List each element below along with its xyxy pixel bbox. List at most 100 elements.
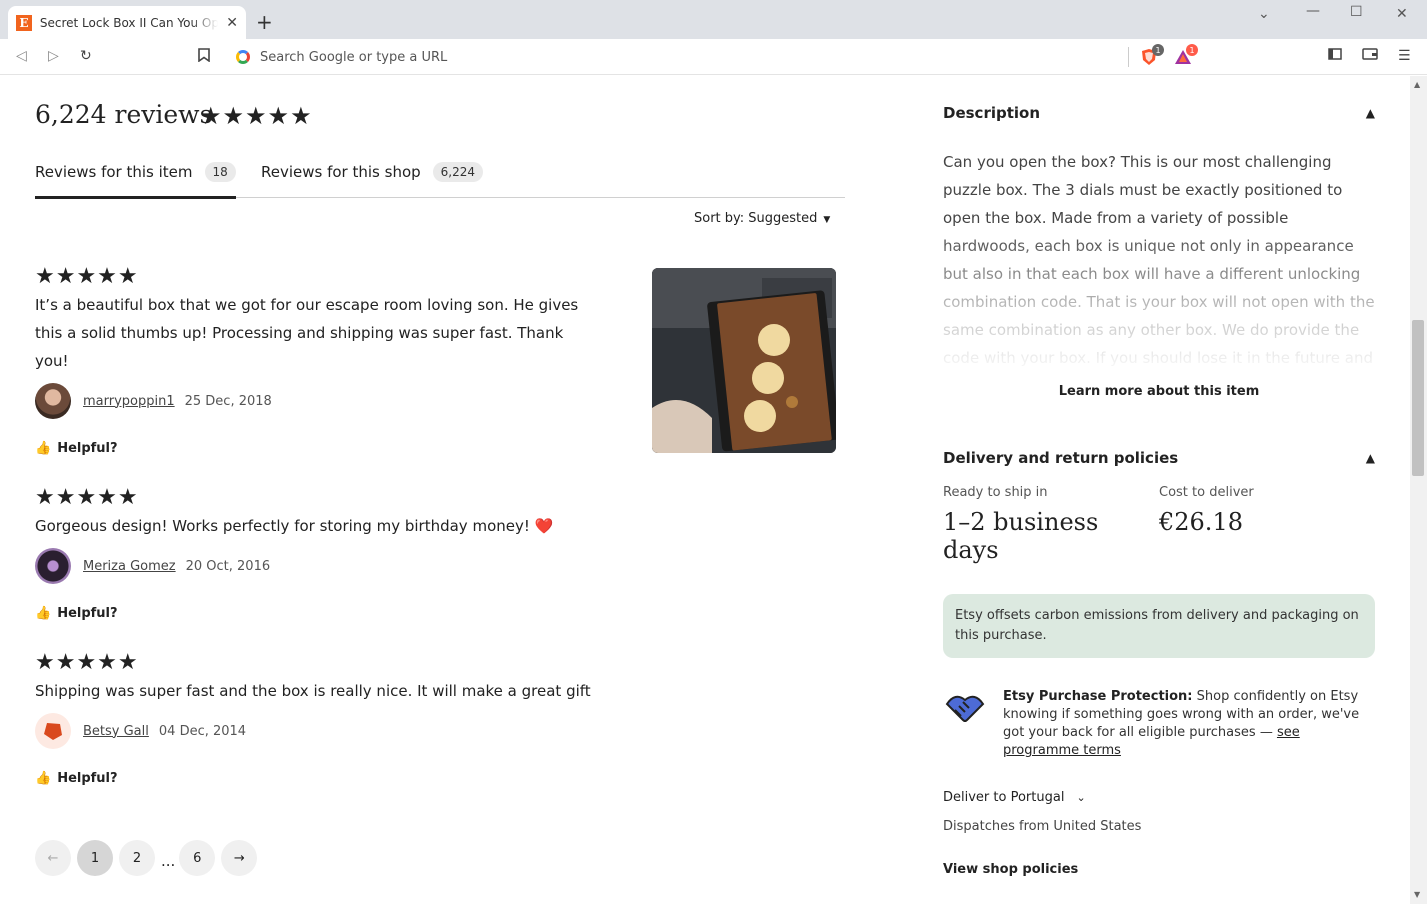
reviewer-avatar[interactable] [35,548,71,584]
pagination-ellipsis: ... [161,852,176,870]
review-text: Shipping was super fast and the box is r… [35,682,591,700]
prev-page-button[interactable]: ← [35,840,71,876]
helpful-button[interactable]: 👍 Helpful? [35,441,595,456]
forward-icon[interactable]: ▷ [48,48,59,64]
page-button-6[interactable]: 6 [179,840,216,876]
back-icon[interactable]: ◁ [16,48,27,64]
thumbs-up-icon: 👍 [35,441,52,456]
ready-to-ship-value: 1–2 business days [943,508,1099,564]
review-photo[interactable] [652,268,836,453]
shipping-values: 1–2 business days €26.18 [943,508,1375,564]
close-tab-icon[interactable]: ✕ [226,15,238,31]
tab-reviews-item-count: 18 [204,162,236,182]
thumbs-up-icon: 👍 [35,771,52,786]
tab-reviews-item[interactable]: Reviews for this item 18 [35,160,236,184]
review-item: ★★★★★ Gorgeous design! Works perfectly f… [35,485,635,621]
tab-reviews-shop[interactable]: Reviews for this shop 6,224 [261,160,484,184]
review-item: ★★★★★ It’s a beautiful box that we got f… [35,264,595,456]
active-tab-indicator [35,196,236,199]
tab-title: Secret Lock Box II Can You Open the Box? [39,15,219,30]
review-stars: ★★★★★ [35,264,139,289]
reviewer-info: Betsy Gall 04 Dec, 2014 [35,713,635,749]
description-title: Description [943,104,1041,122]
reviewer-avatar[interactable] [35,713,71,749]
reviewer-avatar[interactable] [35,383,71,419]
page-button-1[interactable]: 1 [77,840,113,876]
tab-reviews-shop-label: Reviews for this shop [261,163,421,181]
reviewer-name[interactable]: Betsy Gall [83,724,149,739]
scroll-up-icon[interactable]: ▲ [1414,80,1420,89]
helpful-button[interactable]: 👍 Helpful? [35,606,635,621]
learn-more-button[interactable]: Learn more about this item [943,384,1375,399]
maximize-button[interactable]: ☐ [1350,4,1363,20]
tab-reviews-shop-count: 6,224 [432,162,484,182]
cost-label: Cost to deliver [1159,485,1254,500]
carbon-offset-note: Etsy offsets carbon emissions from deliv… [943,594,1375,658]
delivery-header[interactable]: Delivery and return policies ▲ [943,449,1375,467]
shipping-labels: Ready to ship in Cost to deliver [943,485,1375,500]
review-text: It’s a beautiful box that we got for our… [35,296,579,370]
chevron-down-icon: ⌄ [1076,791,1086,804]
review-item: ★★★★★ Shipping was super fast and the bo… [35,650,635,786]
scroll-down-icon[interactable]: ▼ [1414,890,1420,899]
helpful-label: Helpful? [57,606,118,621]
reviewer-name[interactable]: Meriza Gomez [83,559,176,574]
description-header[interactable]: Description ▲ [943,104,1375,122]
chevron-up-icon: ▲ [1365,451,1375,465]
chevron-up-icon: ▲ [1365,106,1375,120]
reviews-count-heading: 6,224 reviews [35,100,213,129]
review-date: 25 Dec, 2018 [184,393,272,409]
page-scrollbar[interactable]: ▲ ▼ [1410,76,1427,904]
dispatches-from: Dispatches from United States [943,819,1142,834]
reviewer-name[interactable]: marrypoppin1 [83,394,175,409]
brave-shields-badge: 1 [1152,44,1164,56]
next-page-button[interactable]: → [221,840,258,876]
reload-icon[interactable]: ↻ [80,48,92,64]
sidebar-icon[interactable] [1328,48,1342,64]
cost-value: €26.18 [1159,508,1243,536]
omnibox-divider [1128,47,1129,67]
deliver-to-label: Deliver to Portugal [943,790,1065,805]
wallet-icon[interactable] [1362,48,1378,64]
tab-reviews-item-label: Reviews for this item [35,163,193,181]
minimize-button[interactable]: — [1306,3,1320,19]
address-placeholder: Search Google or type a URL [260,49,448,65]
review-text: Gorgeous design! Works perfectly for sto… [35,517,554,535]
delivery-title: Delivery and return policies [943,449,1179,467]
item-details-column: Description ▲ Can you open the box? This… [943,76,1375,877]
menu-icon[interactable]: ☰ [1398,48,1411,64]
brave-rewards-badge: 1 [1186,44,1198,56]
page-button-2[interactable]: 2 [119,840,155,876]
pagination: ← 1 2 ... 6 → [35,840,263,876]
purchase-protection: Etsy Purchase Protection: Shop confident… [943,688,1375,760]
browser-tab[interactable]: E Secret Lock Box II Can You Open the Bo… [8,6,246,39]
new-tab-button[interactable]: + [256,12,273,32]
deliver-to-dropdown[interactable]: Deliver to Portugal ⌄ [943,790,1375,805]
view-shop-policies-link[interactable]: View shop policies [943,862,1375,877]
brave-rewards-icon[interactable]: 1 [1174,44,1198,66]
sort-dropdown[interactable]: Sort by: Suggested ▼ [694,211,830,226]
browser-toolbar: ◁ ▷ ↻ Search Google or type a URL 1 1 ☰ [0,39,1427,75]
protection-title: Etsy Purchase Protection: [1003,689,1193,704]
browser-titlebar: E Secret Lock Box II Can You Open the Bo… [0,0,1427,39]
caret-down-icon: ▼ [823,215,831,225]
brave-shields-icon[interactable]: 1 [1140,44,1164,66]
page-content: 6,224 reviews ★★★★★ Reviews for this ite… [0,76,1410,904]
scroll-thumb[interactable] [1412,320,1424,476]
helpful-label: Helpful? [57,441,118,456]
overall-rating-stars: ★★★★★ [200,102,313,130]
tab-search-icon[interactable]: ⌄ [1258,6,1270,22]
review-stars: ★★★★★ [35,485,139,510]
bookmark-icon[interactable] [198,48,210,66]
helpful-label: Helpful? [57,771,118,786]
description-text: Can you open the box? This is our most c… [943,153,1375,367]
helpful-button[interactable]: 👍 Helpful? [35,771,635,786]
google-icon [236,50,250,64]
reviewer-info: marrypoppin1 25 Dec, 2018 [35,383,595,419]
reviewer-info: Meriza Gomez 20 Oct, 2016 [35,548,635,584]
close-window-button[interactable]: ✕ [1396,6,1408,22]
review-stars: ★★★★★ [35,650,139,675]
address-bar[interactable]: Search Google or type a URL 1 1 [226,44,1200,70]
sort-label: Sort by: Suggested [694,211,818,226]
reviews-tabs: Reviews for this item 18 Reviews for thi… [35,160,845,199]
